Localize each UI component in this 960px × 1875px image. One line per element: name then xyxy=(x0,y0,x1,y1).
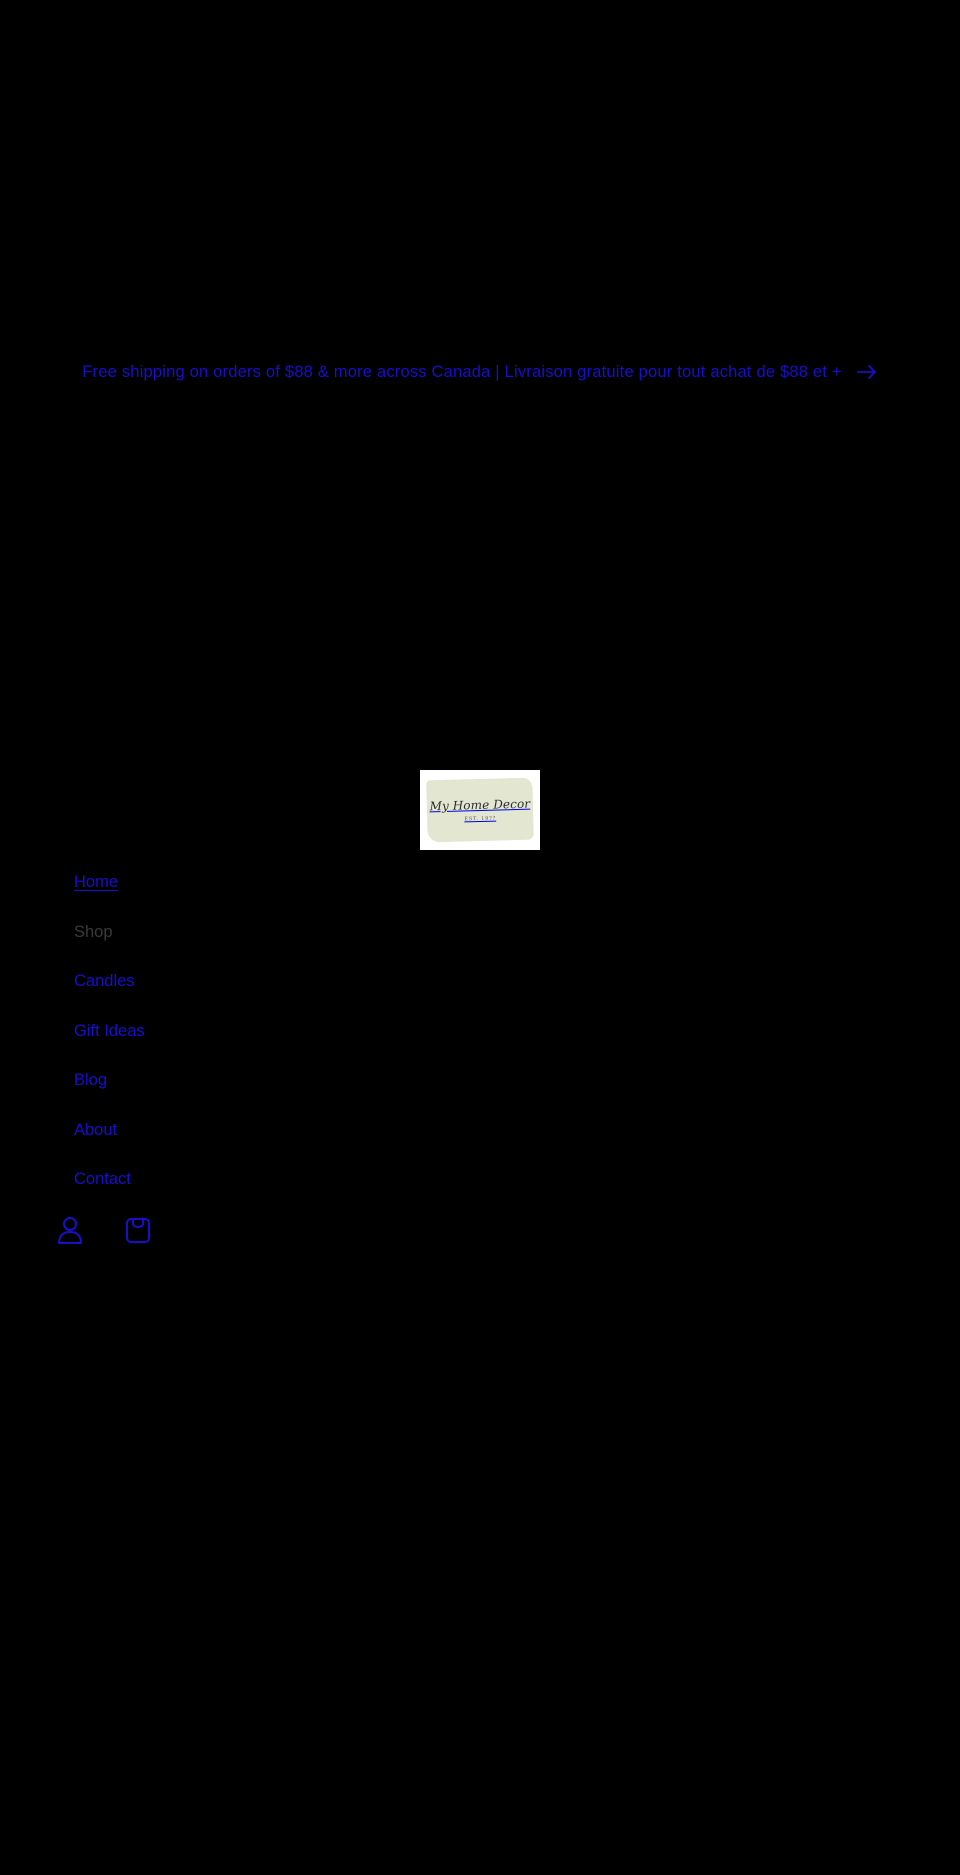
logo-script-text: My Home Decor xyxy=(429,796,531,814)
nav-link-contact[interactable]: Contact xyxy=(74,1170,131,1189)
arrow-right-icon xyxy=(856,364,878,380)
nav-link-about[interactable]: About xyxy=(74,1121,117,1140)
header-icons xyxy=(56,1215,152,1245)
account-icon xyxy=(56,1215,84,1245)
cart-icon xyxy=(124,1215,152,1245)
main-navigation: Home Shop Candles Gift Ideas Blog About … xyxy=(74,858,145,1205)
nav-item-contact: Contact xyxy=(74,1155,145,1205)
nav-item-about: About xyxy=(74,1106,145,1156)
logo-badge: My Home Decor EST. 19?? xyxy=(426,777,534,843)
site-logo[interactable]: My Home Decor EST. 19?? xyxy=(420,770,540,850)
nav-link-blog[interactable]: Blog xyxy=(74,1071,107,1090)
nav-link-gift-ideas[interactable]: Gift Ideas xyxy=(74,1022,145,1041)
page: Free shipping on orders of $88 & more ac… xyxy=(0,0,960,1875)
announcement-bar: Free shipping on orders of $88 & more ac… xyxy=(0,358,960,386)
cart-button[interactable] xyxy=(124,1215,152,1245)
nav-item-shop: Shop xyxy=(74,908,145,958)
nav-link-home[interactable]: Home xyxy=(74,873,118,892)
nav-item-candles: Candles xyxy=(74,957,145,1007)
nav-link-candles[interactable]: Candles xyxy=(74,972,135,991)
announcement-text: Free shipping on orders of $88 & more ac… xyxy=(82,362,842,381)
nav-item-home: Home xyxy=(74,858,145,908)
announcement-link[interactable]: Free shipping on orders of $88 & more ac… xyxy=(82,363,877,382)
account-button[interactable] xyxy=(56,1215,84,1245)
logo-est-text: EST. 19?? xyxy=(464,815,497,823)
nav-item-blog: Blog xyxy=(74,1056,145,1106)
nav-item-gift-ideas: Gift Ideas xyxy=(74,1007,145,1057)
nav-link-shop[interactable]: Shop xyxy=(74,923,113,942)
